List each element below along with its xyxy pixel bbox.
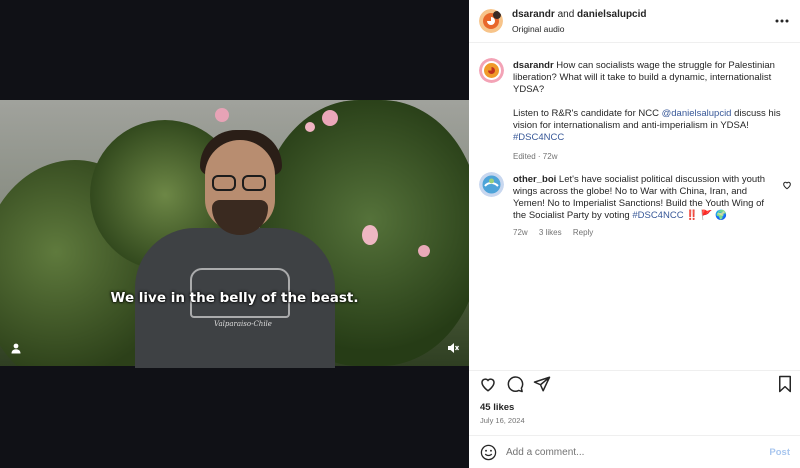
avatar[interactable] — [479, 9, 503, 33]
post-date: July 16, 2024 — [480, 416, 525, 425]
bookmark-icon[interactable] — [776, 375, 794, 393]
mention-link[interactable]: @danielsalupcid — [662, 108, 732, 119]
comment-avatar[interactable] — [479, 172, 504, 197]
heart-icon[interactable] — [782, 180, 792, 190]
caption-avatar[interactable] — [479, 58, 504, 83]
audio-label[interactable]: Original audio — [512, 24, 564, 34]
action-bar — [469, 370, 800, 396]
speaker-muted-icon[interactable] — [446, 342, 460, 356]
caption-author[interactable]: dsarandr — [513, 60, 554, 71]
comment-emojis: ‼️ 🚩 🌍 — [686, 210, 727, 221]
rose-flower — [322, 110, 338, 126]
rose-flower — [418, 245, 430, 257]
post-button[interactable]: Post — [769, 447, 790, 458]
reply-button[interactable]: Reply — [573, 228, 593, 237]
media-pane: Valparaiso-Chile We live in the belly of… — [0, 0, 469, 468]
glasses — [212, 175, 268, 191]
likes-count[interactable]: 45 likes — [480, 402, 514, 413]
header-joiner: and — [557, 9, 575, 20]
header-user2-link[interactable]: danielsalupcid — [577, 9, 646, 20]
header-user1-link[interactable]: dsarandr — [512, 9, 555, 20]
comment-icon[interactable] — [506, 375, 524, 393]
post-details-panel: dsarandr and danielsalupcid Original aud… — [469, 0, 800, 468]
comment-likes[interactable]: 3 likes — [539, 228, 562, 237]
comment-hashtag-link[interactable]: #DSC4NCC — [632, 210, 683, 221]
comment-input[interactable] — [506, 445, 746, 460]
post-header: dsarandr and danielsalupcid Original aud… — [469, 0, 800, 43]
video-subtitle: We live in the belly of the beast. — [110, 290, 359, 306]
person-icon[interactable] — [9, 342, 23, 356]
caption-meta: Edited · 72w — [513, 152, 558, 161]
comment-meta: 72w 3 likes Reply — [513, 228, 602, 237]
rose-flower — [362, 225, 378, 245]
rose-flower — [215, 108, 229, 122]
more-horizontal-icon[interactable] — [774, 12, 790, 28]
heart-icon[interactable] — [479, 375, 497, 393]
caption-text-2-pre: Listen to R&R's candidate for NCC — [513, 108, 659, 119]
header-usernames: dsarandr and danielsalupcid — [512, 9, 647, 20]
send-icon[interactable] — [533, 375, 551, 393]
comment-composer: Post — [469, 435, 800, 468]
shirt-print-text: Valparaiso-Chile — [214, 320, 272, 328]
post-caption: dsarandr How can socialists wage the str… — [513, 60, 791, 163]
comment-author[interactable]: other_boi — [513, 174, 556, 185]
hashtag-link[interactable]: #DSC4NCC — [513, 132, 564, 143]
post-viewer: Valparaiso-Chile We live in the belly of… — [0, 0, 800, 468]
comment: other_boi Let's have socialist political… — [513, 174, 779, 222]
emoji-icon[interactable] — [480, 444, 497, 461]
rose-flower — [305, 122, 315, 132]
comment-age: 72w — [513, 228, 528, 237]
